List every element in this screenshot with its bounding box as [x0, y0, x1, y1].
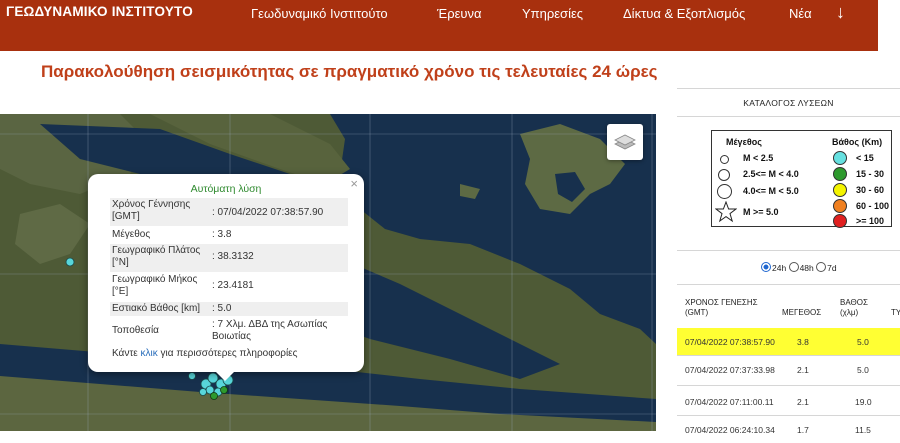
- row-magnitude: 1.7: [797, 425, 809, 435]
- legend-depth-title: Βάθος (Km): [832, 137, 883, 147]
- radio-48h[interactable]: [788, 262, 799, 272]
- legend-depth-item: 30 - 60: [856, 185, 885, 195]
- earthquake-marker: [220, 386, 228, 394]
- earthquake-marker: [210, 392, 218, 400]
- table-row[interactable]: 07/04/2022 07:11:00.11 2.1 19.0: [677, 388, 900, 415]
- col-header-type[interactable]: ΤΥ: [891, 308, 900, 318]
- depth-color-swatch: [833, 214, 847, 228]
- row-time: 07/04/2022 07:38:57.90: [685, 337, 775, 347]
- nav-item-institute[interactable]: Γεωδυναμικό Ινστιτούτο: [251, 6, 388, 21]
- nav-item-networks[interactable]: Δίκτυα & Εξοπλισμός: [623, 6, 745, 21]
- row-magnitude: 2.1: [797, 397, 809, 407]
- radio-label-48h: 48h: [799, 263, 814, 273]
- col-header-time[interactable]: ΧΡΟΝΟΣ ΓΕΝΕΣΗΣ (GMT): [685, 298, 765, 318]
- magnitude-small-icon: [720, 155, 729, 164]
- magnitude-medium-icon: [718, 169, 730, 181]
- row-magnitude: 3.8: [797, 337, 809, 347]
- radio-label-7d: 7d: [827, 263, 837, 273]
- more-info-prefix: Κάντε: [112, 348, 138, 359]
- row-depth: 11.5: [855, 425, 871, 435]
- close-icon[interactable]: ×: [350, 176, 358, 191]
- popup-row-label: Μέγεθος: [112, 229, 151, 240]
- popup-row-location: Τοποθεσία : 7 Χλμ. ΔΒΔ της Ασωπίας Βοιωτ…: [110, 318, 348, 346]
- popup-tip: [215, 371, 235, 381]
- table-row[interactable]: 07/04/2022 06:24:10.34 1.7 11.5: [677, 416, 900, 443]
- star-icon: [715, 201, 737, 223]
- legend-depth-item: 60 - 100: [856, 201, 890, 211]
- row-time: 07/04/2022 06:24:10.34: [685, 425, 775, 435]
- popup-title: Αυτόματη λύση: [190, 183, 262, 195]
- top-navigation-bar: ΓΕΩΔΥΝΑΜΙΚΟ ΙΝΣΤΙΤΟΥΤΟ Γεωδυναμικό Ινστι…: [0, 0, 878, 51]
- more-info-link[interactable]: κλικ: [141, 348, 158, 359]
- brand-logo-text[interactable]: ΓΕΩΔΥΝΑΜΙΚΟ ΙΝΣΤΙΤΟΥΤΟ: [6, 4, 193, 19]
- popup-row-value: : 7 Χλμ. ΔΒΔ της Ασωπίας Βοιωτίας: [212, 319, 328, 342]
- popup-row-depth: Εστιακό Βάθος [km] : 5.0: [110, 302, 348, 316]
- popup-row-value: : 3.8: [212, 229, 232, 240]
- legend-magnitude-title: Μέγεθος: [726, 137, 762, 147]
- popup-row-label: Χρόνος Γέννησης [GMT]: [112, 199, 191, 222]
- popup-row-value: : 23.4181: [212, 280, 254, 291]
- popup-row-longitude: Γεωγραφικό Μήκος [°E] : 23.4181: [110, 273, 348, 301]
- row-depth: 5.0: [857, 337, 869, 347]
- popup-row-latitude: Γεωγραφικό Πλάτος [°N] : 38.3132: [110, 244, 348, 272]
- time-range-selector: 24h 48h 7d: [761, 262, 837, 273]
- legend-mag-item: M < 2.5: [743, 153, 774, 163]
- popup-row-value: : 5.0: [212, 303, 232, 314]
- legend-depth-item: 15 - 30: [856, 169, 885, 179]
- popup-row-origin-time: Χρόνος Γέννησης [GMT] : 07/04/2022 07:38…: [110, 198, 348, 226]
- table-row[interactable]: 07/04/2022 07:38:57.90 3.8 5.0: [677, 328, 900, 355]
- table-row[interactable]: 07/04/2022 07:37:33.98 2.1 5.0: [677, 356, 900, 383]
- row-depth: 5.0: [857, 365, 869, 375]
- layers-control-button[interactable]: [607, 124, 643, 160]
- solutions-catalog-panel: ΚΑΤΑΛΟΓΟΣ ΛΥΣΕΩΝ Μέγεθος Βάθος (Km) M < …: [677, 88, 900, 435]
- popup-row-label: Τοποθεσία: [112, 325, 159, 336]
- popup-row-label: Γεωγραφικό Μήκος [°E]: [112, 274, 198, 297]
- nav-item-services[interactable]: Υπηρεσίες: [522, 6, 583, 21]
- popup-row-magnitude: Μέγεθος : 3.8: [110, 228, 348, 242]
- depth-color-swatch: [833, 151, 847, 165]
- popup-row-label: Γεωγραφικό Πλάτος [°N]: [112, 245, 201, 268]
- radio-24h[interactable]: [761, 262, 771, 272]
- row-magnitude: 2.1: [797, 365, 809, 375]
- nav-item-news[interactable]: Νέα: [789, 6, 812, 21]
- divider: [677, 385, 900, 386]
- earthquake-marker: [199, 388, 207, 396]
- divider: [677, 284, 900, 285]
- radio-label-24h: 24h: [772, 263, 787, 273]
- col-header-magnitude[interactable]: ΜΕΓΕΘΟΣ: [782, 308, 821, 318]
- row-time: 07/04/2022 07:11:00.11: [685, 397, 774, 407]
- page-title: Παρακολούθηση σεισμικότητας σε πραγματικ…: [41, 62, 658, 81]
- arrow-down-icon[interactable]: ↓: [836, 2, 845, 23]
- depth-color-swatch: [833, 167, 847, 181]
- legend-mag-item: M >= 5.0: [743, 207, 779, 217]
- divider: [677, 88, 900, 89]
- col-header-depth[interactable]: ΒΑΘΟΣ (χλμ): [840, 298, 880, 318]
- more-info-suffix: για περισσότερες πληροφορίες: [160, 348, 298, 359]
- earthquake-marker: [188, 372, 196, 380]
- magnitude-large-icon: [717, 184, 732, 199]
- map-legend: Μέγεθος Βάθος (Km) M < 2.5 2.5<= M < 4.0…: [711, 130, 892, 228]
- popup-row-value: : 07/04/2022 07:38:57.90: [212, 207, 324, 218]
- catalog-title: ΚΑΤΑΛΟΓΟΣ ΛΥΣΕΩΝ: [743, 98, 834, 108]
- legend-depth-item: < 15: [856, 153, 874, 163]
- divider: [677, 250, 900, 251]
- row-depth: 19.0: [855, 397, 872, 407]
- depth-color-swatch: [833, 183, 847, 197]
- earthquake-info-popup: Αυτόματη λύση × Χρόνος Γέννησης [GMT] : …: [88, 174, 364, 372]
- earthquake-marker: [65, 257, 75, 267]
- layers-icon: [614, 134, 636, 150]
- popup-row-value: : 38.3132: [212, 251, 254, 262]
- nav-item-research[interactable]: Έρευνα: [437, 6, 482, 21]
- legend-mag-item: 4.0<= M < 5.0: [743, 186, 799, 196]
- legend-depth-item: >= 100: [856, 216, 885, 226]
- divider: [677, 116, 900, 117]
- radio-7d[interactable]: [816, 262, 827, 272]
- depth-color-swatch: [833, 199, 847, 213]
- popup-row-label: Εστιακό Βάθος [km]: [112, 303, 201, 314]
- legend-mag-item: 2.5<= M < 4.0: [743, 169, 799, 179]
- row-time: 07/04/2022 07:37:33.98: [685, 365, 775, 375]
- popup-more-info: Κάντε κλικ για περισσότερες πληροφορίες: [112, 348, 297, 359]
